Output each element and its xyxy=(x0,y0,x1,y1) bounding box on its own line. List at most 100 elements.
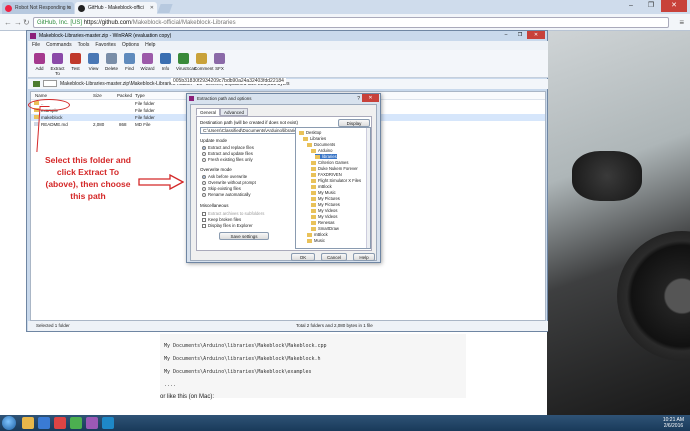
archive-path-bar[interactable]: Makeblock-Libraries-master.zip\Makeblock… xyxy=(28,79,548,89)
tree-node[interactable]: Criterion Games xyxy=(311,160,348,165)
cancel-button[interactable]: Cancel xyxy=(321,253,347,261)
media-icon[interactable] xyxy=(54,417,66,429)
minimize-button[interactable]: – xyxy=(499,31,513,39)
tree-node[interactable]: FAXDRIVEN xyxy=(311,172,342,177)
sfx-button[interactable]: SFX xyxy=(212,50,227,78)
menu-commands[interactable]: Commands xyxy=(46,41,72,50)
save-settings-button[interactable]: Save settings xyxy=(219,232,269,240)
winrar-statusbar: Selected 1 folder Total 2 folders and 2,… xyxy=(28,321,548,331)
tab-github[interactable]: GitHub - Makeblock-offici ✕ xyxy=(75,2,157,14)
close-button[interactable]: ✕ xyxy=(527,31,545,39)
wizard-icon xyxy=(142,53,153,64)
file-type: File folder xyxy=(135,115,155,120)
menu-help[interactable]: Help xyxy=(145,41,155,50)
winrar-window-controls: – ❐ ✕ xyxy=(499,31,545,39)
radio-fresh-only[interactable]: Fresh existing files only xyxy=(202,157,253,162)
info-button[interactable]: Info xyxy=(158,50,173,78)
tree-node[interactable]: Libraries xyxy=(303,136,326,141)
display-button[interactable]: Display xyxy=(338,119,370,127)
tree-scrollbar[interactable] xyxy=(366,128,370,248)
option-label: Skip existing files xyxy=(208,186,241,191)
tool-label: Wizard xyxy=(140,66,155,71)
menu-options[interactable]: Options xyxy=(122,41,139,50)
checkbox-keep-broken[interactable]: Keep broken files xyxy=(202,217,241,222)
radio-rename-auto[interactable]: Rename automatically xyxy=(202,192,251,197)
url-input[interactable]: GitHub, Inc. [US] https://github.com/Mak… xyxy=(33,17,669,28)
tree-node[interactable]: Renesas xyxy=(311,220,335,225)
add-button[interactable]: Add xyxy=(32,50,47,78)
tree-node[interactable]: mBlock xyxy=(307,232,328,237)
radio-icon xyxy=(202,187,206,191)
radio-extract-update[interactable]: Extract and update files xyxy=(202,151,253,156)
folder-icon xyxy=(307,239,312,243)
checkbox-display-explorer[interactable]: Display files in Explorer xyxy=(202,223,253,228)
tab-advanced[interactable]: Advanced xyxy=(220,108,249,116)
wizard-button[interactable]: Wizard xyxy=(140,50,155,78)
tree-node[interactable]: My Music xyxy=(311,190,336,195)
virusscan-button[interactable]: VirusScan xyxy=(176,50,196,78)
start-button[interactable] xyxy=(2,416,16,430)
close-tab-icon[interactable]: ✕ xyxy=(150,2,154,14)
tree-node[interactable]: My Pictures xyxy=(311,202,340,207)
find-button[interactable]: Find xyxy=(122,50,137,78)
browser-menu-icon[interactable]: ≡ xyxy=(679,18,684,27)
tab-robot-not-responding[interactable]: Robot Not Responding to ✕ xyxy=(2,2,74,14)
minimize-button[interactable]: – xyxy=(621,0,641,12)
radio-overwrite-no-prompt[interactable]: Overwrite without prompt xyxy=(202,180,256,185)
dialog-help-icon[interactable]: ? xyxy=(357,95,360,104)
view-button[interactable]: View xyxy=(86,50,101,78)
chrome-icon[interactable] xyxy=(70,417,82,429)
menu-tools[interactable]: Tools xyxy=(78,41,90,50)
close-tab-icon[interactable]: ✕ xyxy=(67,2,71,14)
ie-icon[interactable] xyxy=(38,417,50,429)
comment-icon xyxy=(196,53,207,64)
tree-node[interactable]: Flight Simulator X Files xyxy=(311,178,361,183)
tree-node[interactable]: My Videos xyxy=(311,208,337,213)
radio-extract-replace[interactable]: Extract and replace files xyxy=(202,145,254,150)
up-folder-icon[interactable] xyxy=(33,81,40,87)
maximize-button[interactable]: ❐ xyxy=(513,31,527,39)
tree-node[interactable]: Arduino xyxy=(311,148,332,153)
close-window-button[interactable]: ✕ xyxy=(661,0,687,12)
menu-file[interactable]: File xyxy=(32,41,40,50)
tree-label: Arduino xyxy=(318,148,333,153)
tree-node[interactable]: SmartDraw xyxy=(311,226,339,231)
maximize-button[interactable]: ❐ xyxy=(641,0,661,12)
tree-node[interactable]: Music xyxy=(307,238,325,243)
system-clock[interactable]: 10:21 AM 2/6/2016 xyxy=(663,417,684,429)
menu-favorites[interactable]: Favorites xyxy=(95,41,116,50)
col-size[interactable]: Size xyxy=(93,92,102,100)
explorer-icon[interactable] xyxy=(22,417,34,429)
tree-node[interactable]: My Videos xyxy=(311,214,337,219)
back-arrow-icon[interactable]: ← xyxy=(4,18,12,27)
tree-node[interactable]: Duke Nukem Forever xyxy=(311,166,358,171)
ok-button[interactable]: OK xyxy=(291,253,315,261)
radio-skip-existing[interactable]: Skip existing files xyxy=(202,186,241,191)
radio-ask-overwrite[interactable]: Ask before overwrite xyxy=(202,174,247,179)
comment-hash: 005b31830f2934209c7bdb90a24a32403fdd2218… xyxy=(171,78,286,84)
folder-tree[interactable]: Desktop Libraries Documents Arduino libr… xyxy=(295,127,371,249)
tree-node[interactable]: Desktop xyxy=(299,130,321,135)
tree-node[interactable]: My Pictures xyxy=(311,196,340,201)
comment-button[interactable]: Comment xyxy=(194,50,214,78)
help-button[interactable]: Help xyxy=(353,253,375,261)
tab-general[interactable]: General xyxy=(196,108,221,116)
test-button[interactable]: Test xyxy=(68,50,83,78)
dialog-close-button[interactable]: ✕ xyxy=(362,94,379,102)
new-tab-button[interactable] xyxy=(157,4,173,13)
path-dropdown[interactable] xyxy=(43,80,57,87)
extract-to-button[interactable]: Extract To xyxy=(50,50,65,78)
option-label: Extract archives to subfolders xyxy=(208,211,265,216)
checkbox-extract-subfolders[interactable]: Extract archives to subfolders xyxy=(202,211,264,216)
winrar-taskbar-icon[interactable] xyxy=(86,417,98,429)
tree-node[interactable]: mBlock xyxy=(311,184,332,189)
delete-button[interactable]: Delete xyxy=(104,50,119,78)
col-packed[interactable]: Packed xyxy=(117,92,132,100)
reload-icon[interactable]: ↻ xyxy=(23,18,30,27)
col-type[interactable]: Type xyxy=(135,92,145,100)
forward-arrow-icon[interactable]: → xyxy=(14,18,22,27)
app-icon[interactable] xyxy=(102,417,114,429)
tree-node[interactable]: Documents xyxy=(307,142,335,147)
folder-icon xyxy=(311,167,316,171)
tree-node-selected[interactable]: libraries xyxy=(315,154,337,159)
